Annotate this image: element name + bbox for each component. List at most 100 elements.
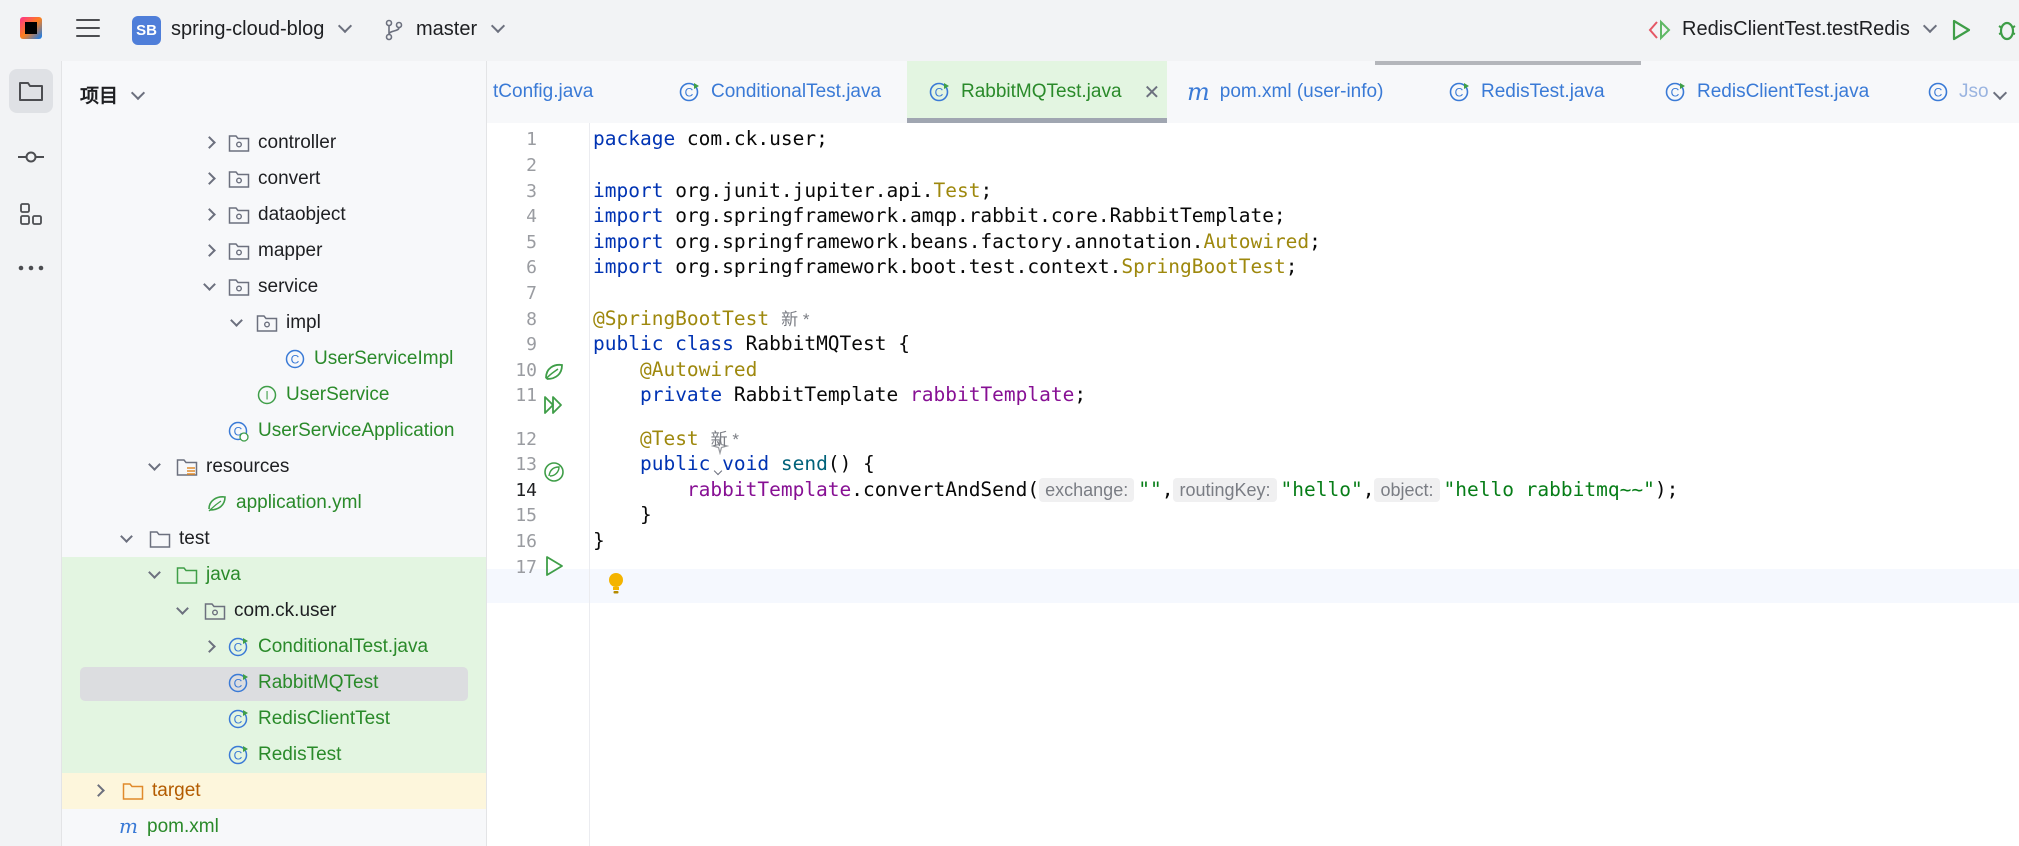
line-number[interactable]: 17 bbox=[487, 557, 537, 578]
tree-item-label: controller bbox=[258, 132, 337, 153]
tree-item[interactable]: application.yml bbox=[62, 485, 486, 521]
intellij-logo-icon[interactable] bbox=[20, 17, 42, 39]
maven-icon: m bbox=[119, 816, 138, 838]
branch-selector[interactable]: master bbox=[416, 18, 505, 41]
spring-bean-icon[interactable] bbox=[542, 360, 566, 384]
line-number[interactable]: 5 bbox=[487, 232, 537, 253]
line-number[interactable]: 8 bbox=[487, 309, 537, 330]
autowired-bean-icon[interactable] bbox=[542, 460, 566, 484]
chevron-down-icon[interactable] bbox=[203, 278, 216, 291]
tree-item[interactable]: C RedisTest bbox=[62, 737, 486, 773]
chevron-down-icon bbox=[131, 85, 146, 101]
code-editor[interactable]: 1 2 3 4 5 6 7 8 9 10 11 12 13 14 15 16 17 package com.ck… bbox=[487, 123, 2019, 846]
project-selector[interactable]: spring-cloud-blog bbox=[171, 18, 353, 41]
tree-item[interactable]: impl bbox=[62, 305, 486, 341]
commit-tool-button[interactable] bbox=[9, 135, 53, 179]
tree-item[interactable]: mapper bbox=[62, 233, 486, 269]
run-icon[interactable] bbox=[1950, 18, 1972, 42]
tab-label: RedisTest.java bbox=[1481, 81, 1605, 102]
line-number[interactable]: 16 bbox=[487, 531, 537, 552]
line-number[interactable]: 2 bbox=[487, 155, 537, 176]
tree-item[interactable]: resources bbox=[62, 449, 486, 485]
class-icon: C bbox=[285, 349, 305, 369]
run-test-class-icon[interactable] bbox=[542, 393, 566, 417]
tabs-overflow-button[interactable] bbox=[1992, 85, 2008, 103]
line-number[interactable]: 7 bbox=[487, 283, 537, 304]
excluded-folder-icon bbox=[122, 783, 144, 800]
line-number[interactable]: 1 bbox=[487, 129, 537, 150]
new-badge[interactable]: 新 * bbox=[711, 430, 739, 449]
debug-icon[interactable] bbox=[1994, 16, 2019, 44]
tab-redistest[interactable]: C RedisTest.java bbox=[1437, 61, 1657, 123]
tab-pom-xml[interactable]: m pom.xml (user-info) bbox=[1177, 61, 1427, 123]
chevron-right-icon[interactable] bbox=[203, 244, 216, 257]
project-badge[interactable]: SB bbox=[132, 16, 161, 45]
chevron-right-icon[interactable] bbox=[203, 172, 216, 185]
line-number[interactable]: 10 bbox=[487, 360, 537, 381]
line-number[interactable]: 12 bbox=[487, 429, 537, 450]
chevron-right-icon[interactable] bbox=[203, 208, 216, 221]
tab-conditionaltest[interactable]: C ConditionalTest.java bbox=[657, 61, 927, 123]
chevron-down-icon[interactable] bbox=[148, 458, 161, 471]
line-number[interactable]: 6 bbox=[487, 257, 537, 278]
code-vision-hint[interactable] bbox=[641, 403, 730, 476]
tree-item[interactable]: java bbox=[62, 557, 486, 593]
git-branch-icon[interactable] bbox=[384, 19, 404, 41]
chevron-down-icon[interactable] bbox=[176, 602, 189, 615]
run-test-icon[interactable] bbox=[542, 554, 566, 578]
branch-name: master bbox=[416, 18, 478, 40]
structure-tool-button[interactable] bbox=[9, 192, 53, 236]
chevron-right-icon[interactable] bbox=[203, 136, 216, 149]
run-config-name: RedisClientTest.testRedis bbox=[1682, 18, 1910, 40]
tree-item[interactable]: dataobject bbox=[62, 197, 486, 233]
tab-tconfig[interactable]: tConfig.java bbox=[493, 61, 625, 123]
tree-item[interactable]: C RabbitMQTest bbox=[62, 665, 486, 701]
tree-item[interactable]: service bbox=[62, 269, 486, 305]
line-number[interactable]: 4 bbox=[487, 206, 537, 227]
tree-item[interactable]: test bbox=[62, 521, 486, 557]
line-number[interactable]: 3 bbox=[487, 181, 537, 202]
tree-item[interactable]: controller bbox=[62, 125, 486, 161]
code-line-8: @SpringBootTest 新 * bbox=[593, 307, 810, 330]
new-badge[interactable]: 新 * bbox=[781, 310, 809, 329]
line-number[interactable]: 11 bbox=[487, 385, 537, 406]
code-line-9: public class RabbitMQTest { bbox=[593, 332, 910, 355]
project-tool-button[interactable] bbox=[9, 69, 53, 113]
tree-item[interactable]: convert bbox=[62, 161, 486, 197]
tab-jso[interactable]: C Jso bbox=[1927, 61, 1997, 123]
tree-item[interactable]: C UserServiceImpl bbox=[62, 341, 486, 377]
line-number[interactable]: 9 bbox=[487, 334, 537, 355]
chevron-down-icon[interactable] bbox=[120, 530, 133, 543]
tab-redisclienttest[interactable]: C RedisClientTest.java bbox=[1655, 61, 1905, 123]
line-number[interactable]: 15 bbox=[487, 505, 537, 526]
tree-item[interactable]: C UserServiceApplication bbox=[62, 413, 486, 449]
svg-text:C: C bbox=[685, 86, 694, 100]
tab-rabbitmqtest[interactable]: C RabbitMQTest.java ✕ bbox=[907, 61, 1167, 123]
tree-item[interactable]: target bbox=[62, 773, 486, 809]
lightbulb-icon[interactable] bbox=[607, 572, 625, 596]
package-icon bbox=[228, 243, 250, 260]
chevron-right-icon[interactable] bbox=[92, 784, 105, 797]
run-config-selector[interactable]: RedisClientTest.testRedis bbox=[1682, 18, 1938, 41]
yaml-file-icon bbox=[208, 496, 226, 512]
tree-item-label: UserService bbox=[286, 384, 390, 405]
close-icon[interactable]: ✕ bbox=[1144, 80, 1161, 105]
tree-item[interactable]: C ConditionalTest.java bbox=[62, 629, 486, 665]
main-menu-icon[interactable] bbox=[76, 19, 100, 39]
tree-item[interactable]: com.ck.user bbox=[62, 593, 486, 629]
chevron-down-icon bbox=[490, 18, 505, 34]
tree-item-label: RabbitMQTest bbox=[258, 672, 379, 693]
tree-item[interactable]: m pom.xml bbox=[62, 809, 486, 845]
chevron-down-icon[interactable] bbox=[148, 566, 161, 579]
tab-label: Jso bbox=[1959, 81, 1989, 102]
tree-item[interactable]: I UserService bbox=[62, 377, 486, 413]
more-tools-button[interactable] bbox=[9, 246, 53, 290]
line-number[interactable]: 14 bbox=[487, 480, 537, 501]
tree-item[interactable]: C RedisClientTest bbox=[62, 701, 486, 737]
line-number[interactable]: 13 bbox=[487, 454, 537, 475]
test-class-icon: C bbox=[679, 82, 699, 102]
chevron-down-icon[interactable] bbox=[230, 314, 243, 327]
test-class-icon: C bbox=[228, 673, 248, 693]
chevron-right-icon[interactable] bbox=[203, 640, 216, 653]
project-view-selector[interactable]: 项目 bbox=[80, 81, 146, 108]
